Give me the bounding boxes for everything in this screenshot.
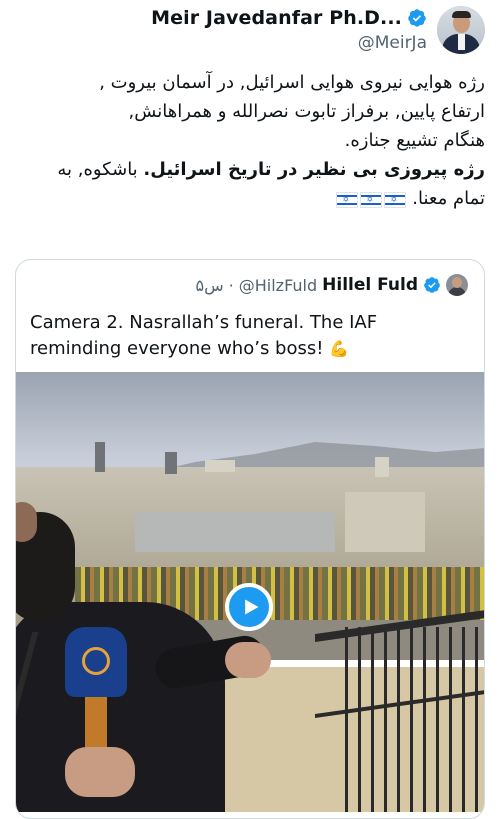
quoted-timestamp[interactable]: ۵س [196, 276, 224, 295]
video-frame [335, 627, 484, 812]
israel-flag-icon: ✡ [335, 191, 358, 208]
tweet-line: رژه هوایی نیروی هوایی اسرائیل, در آسمان … [99, 72, 485, 93]
tweet-line: ارتفاع پایین, برفراز تابوت نصرالله و همر… [128, 101, 485, 122]
tweet-line: هنگام تشییع جنازه. [344, 130, 485, 151]
author-name-row[interactable]: Meir Javedanfar Ph.D... [151, 7, 427, 29]
verified-badge-icon [408, 9, 426, 27]
quoted-tweet-card[interactable]: ۵س · @HilzFuld Hillel Fuld Camera 2. Nas… [15, 259, 485, 819]
tweet-bold-text: رژه پیروزی بی نظیر در تاریخ اسرائیل. [143, 159, 485, 180]
verified-badge-icon [424, 277, 440, 293]
quoted-tweet-header: ۵س · @HilzFuld Hillel Fuld [196, 274, 468, 296]
israel-flag-icon: ✡ [383, 191, 406, 208]
quoted-separator: · [228, 275, 234, 295]
tweet-text-fragment: باشکوه, به [57, 159, 144, 180]
tweet-body: رژه هوایی نیروی هوایی اسرائیل, در آسمان … [15, 68, 485, 214]
quoted-tweet-text: Camera 2. Nasrallah’s funeral. The IAF r… [30, 310, 470, 362]
tweet-line: تمام معنا. ✡ ✡ ✡ [15, 184, 485, 214]
author-avatar[interactable] [437, 6, 485, 54]
tweet-line: رژه پیروزی بی نظیر در تاریخ اسرائیل. باش… [15, 155, 485, 184]
video-thumbnail[interactable] [16, 372, 484, 812]
tweet-text-fragment: تمام معنا. [412, 188, 485, 209]
video-frame [16, 492, 271, 812]
quoted-handle[interactable]: @HilzFuld [239, 276, 317, 295]
play-icon [245, 599, 259, 615]
quoted-author-avatar[interactable] [446, 274, 468, 296]
flag-emoji-group: ✡ ✡ ✡ [335, 185, 407, 214]
quoted-author-name[interactable]: Hillel Fuld [322, 275, 418, 295]
quoted-text: Camera 2. Nasrallah’s funeral. The IAF r… [30, 312, 378, 359]
israel-flag-icon: ✡ [359, 191, 382, 208]
play-button[interactable] [225, 583, 273, 631]
flexed-biceps-icon: 💪 [329, 339, 350, 358]
author-handle[interactable]: @MeirJa [358, 33, 427, 53]
tweet-header: Meir Javedanfar Ph.D... @MeirJa [0, 0, 499, 64]
author-name[interactable]: Meir Javedanfar Ph.D... [151, 7, 402, 29]
